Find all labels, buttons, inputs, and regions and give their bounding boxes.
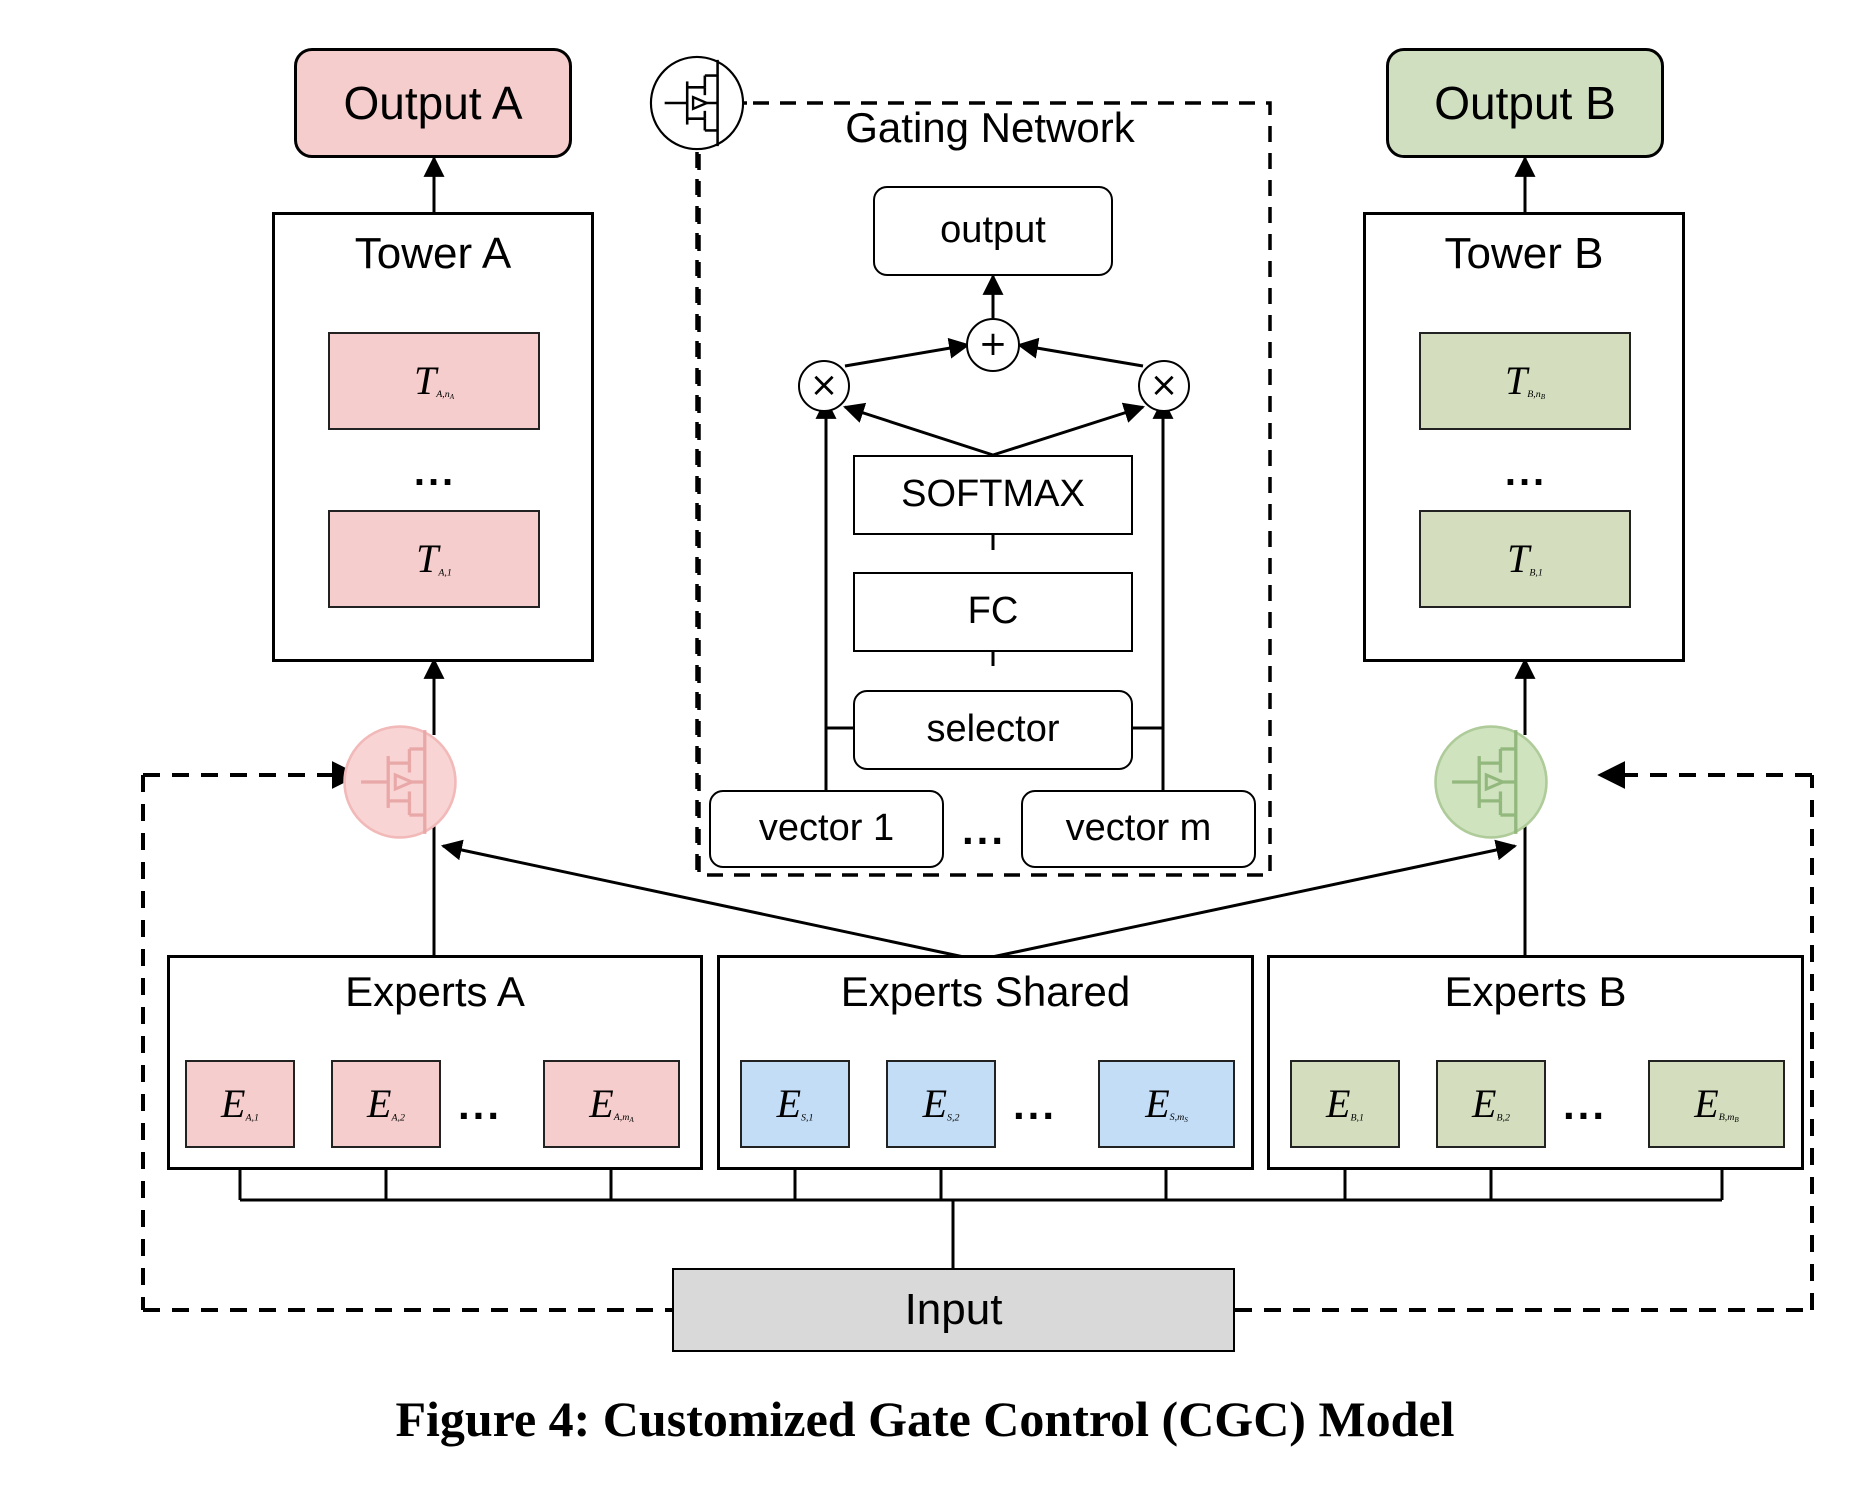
output-b-box[interactable]: Output B [1386,48,1664,158]
tower-a-block-bottom[interactable]: TA,1 [328,510,540,608]
expert-a-1-label: EA,1 [221,1081,259,1126]
tower-a-ellipsis: ... [413,450,457,494]
expert-b-2-label: EB,2 [1472,1081,1510,1126]
sum-operator: + [966,318,1020,372]
experts-b-title: Experts B [1444,968,1627,1015]
experts-shared-ellipsis: ... [1012,1080,1057,1128]
fc-label: FC [967,590,1019,633]
output-a-label: Output A [343,76,523,129]
expert-b-1-label: EB,1 [1326,1081,1364,1126]
figure-canvas: Output A Output B Tower A TA,nA ... TA,1… [0,0,1850,1500]
experts-a-ellipsis: ... [457,1080,502,1128]
fc-box[interactable]: FC [853,572,1133,652]
tower-a-block-top[interactable]: TA,nA [328,332,540,430]
vector-ellipsis: ... [961,805,1006,853]
softmax-label: SOFTMAX [901,473,1085,516]
vector-last-label: vector m [1065,807,1212,850]
tower-b-block-bottom[interactable]: TB,1 [1419,510,1631,608]
tower-a-block-bottom-label: TA,1 [416,536,452,581]
output-b-label: Output B [1434,76,1616,129]
input-label: Input [904,1284,1003,1334]
expert-b-1[interactable]: EB,1 [1290,1060,1400,1148]
tower-b-title: Tower B [1444,229,1604,278]
input-box[interactable]: Input [672,1268,1235,1352]
experts-shared-title: Experts Shared [840,968,1131,1015]
expert-b-last-label: EB,mB [1694,1080,1739,1126]
tower-b-block-top-label: TB,nB [1504,357,1546,403]
expert-shared-2-label: ES,2 [922,1081,960,1126]
selector-box[interactable]: selector [853,690,1133,770]
tower-a-block-top-label: TA,nA [413,357,455,403]
expert-a-1[interactable]: EA,1 [185,1060,295,1148]
gating-network-title: Gating Network [845,103,1135,151]
expert-shared-last-label: ES,mS [1145,1080,1188,1126]
multiply-operator-right: × [1138,360,1190,412]
gate-icon-top[interactable] [648,54,746,152]
gating-output-box[interactable]: output [873,186,1113,276]
expert-shared-1-label: ES,1 [776,1081,814,1126]
experts-b-ellipsis: ... [1562,1080,1607,1128]
expert-a-2-label: EA,2 [367,1081,405,1126]
gate-icon-task-b[interactable] [1432,723,1550,841]
vector-last-box[interactable]: vector m [1021,790,1256,868]
expert-b-last[interactable]: EB,mB [1648,1060,1785,1148]
tower-b-block-bottom-label: TB,1 [1507,536,1543,581]
expert-shared-2[interactable]: ES,2 [886,1060,996,1148]
expert-b-2[interactable]: EB,2 [1436,1060,1546,1148]
softmax-box[interactable]: SOFTMAX [853,455,1133,535]
experts-a-title: Experts A [345,968,525,1015]
output-a-box[interactable]: Output A [294,48,572,158]
tower-b-ellipsis: ... [1504,450,1548,494]
tower-b-block-top[interactable]: TB,nB [1419,332,1631,430]
expert-a-last[interactable]: EA,mA [543,1060,680,1148]
expert-a-last-label: EA,mA [589,1080,634,1126]
gating-output-label: output [940,209,1046,252]
vector-first-label: vector 1 [758,807,895,850]
multiply-operator-left: × [798,360,850,412]
vector-first-box[interactable]: vector 1 [709,790,944,868]
expert-shared-last[interactable]: ES,mS [1098,1060,1235,1148]
expert-a-2[interactable]: EA,2 [331,1060,441,1148]
expert-shared-1[interactable]: ES,1 [740,1060,850,1148]
figure-caption: Figure 4: Customized Gate Control (CGC) … [395,1391,1455,1447]
gate-icon-task-a[interactable] [341,723,459,841]
selector-label: selector [926,708,1060,751]
tower-a-title: Tower A [354,229,512,278]
